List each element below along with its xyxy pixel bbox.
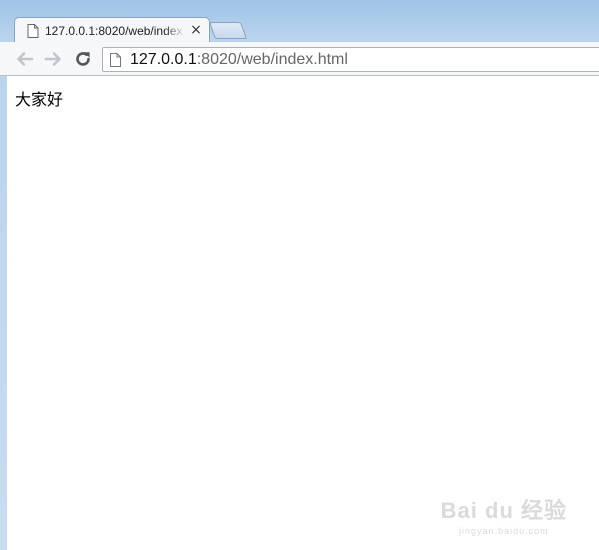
new-tab-button[interactable] — [208, 22, 248, 39]
url-text: 127.0.0.1:8020/web/index.html — [130, 51, 348, 69]
arrow-right-icon — [44, 52, 61, 66]
toolbar: 127.0.0.1:8020/web/index.html — [0, 42, 599, 76]
url-path: :8020/web/index.html — [196, 50, 348, 68]
forward-button[interactable] — [42, 49, 64, 69]
page-icon — [110, 52, 121, 67]
browser-window: 127.0.0.1:8020/web/index.html × — [0, 0, 599, 550]
tab-strip: 127.0.0.1:8020/web/index.html × — [0, 0, 599, 43]
back-button[interactable] — [14, 49, 36, 69]
tab-title: 127.0.0.1:8020/web/index.html — [45, 23, 185, 38]
page-text: 大家好 — [15, 90, 64, 109]
page-content: 大家好 Bai du 经验 jingyan.baidu.com — [7, 76, 599, 550]
address-bar[interactable]: 127.0.0.1:8020/web/index.html — [102, 47, 599, 72]
watermark-url: jingyan.baidu.com — [459, 526, 549, 536]
watermark: Bai du 经验 jingyan.baidu.com — [441, 493, 567, 536]
close-icon[interactable]: × — [189, 23, 203, 37]
watermark-logo: Bai du 经验 — [440, 498, 567, 523]
page-icon — [27, 23, 39, 38]
url-host: 127.0.0.1 — [130, 50, 197, 68]
arrow-left-icon — [17, 52, 34, 66]
reload-icon — [76, 52, 90, 66]
browser-tab[interactable]: 127.0.0.1:8020/web/index.html × — [14, 17, 210, 43]
reload-button[interactable] — [72, 49, 94, 69]
